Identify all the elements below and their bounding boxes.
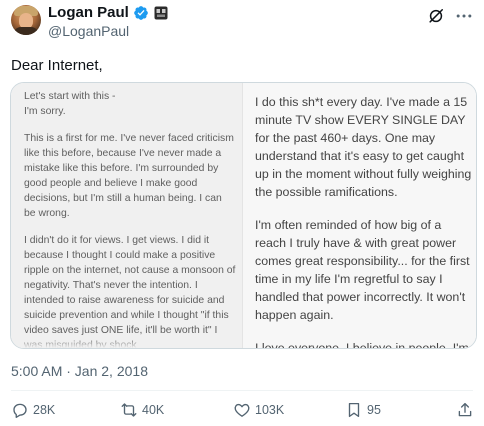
- image-right-column: I do this sh*t every day. I've made a 15…: [243, 83, 476, 348]
- repost-count: 40K: [142, 403, 165, 417]
- tweet-image[interactable]: Let's start with this - I'm sorry. This …: [10, 82, 477, 349]
- tweet-timestamp[interactable]: 5:00 AM · Jan 2, 2018: [11, 362, 148, 380]
- repost-icon: [121, 403, 137, 417]
- image-paragraph: I didn't do it for views. I get views. I…: [24, 235, 236, 348]
- image-paragraph: I'm often reminded of how big of a reach…: [255, 218, 470, 322]
- reply-count: 28K: [33, 403, 56, 417]
- image-left-column: Let's start with this - I'm sorry. This …: [11, 83, 243, 348]
- bookmark-button[interactable]: 95: [345, 398, 381, 422]
- repost-button[interactable]: 40K: [120, 398, 164, 422]
- author-handle[interactable]: @LoganPaul: [48, 22, 129, 40]
- image-paragraph: I do this sh*t every day. I've made a 15…: [255, 95, 472, 199]
- tweet-text: Dear Internet,: [11, 57, 103, 74]
- divider: [11, 390, 473, 391]
- reply-button[interactable]: 28K: [11, 398, 55, 422]
- verified-badge-icon: [134, 6, 148, 20]
- author-name-row: Logan Paul: [48, 4, 168, 22]
- share-button[interactable]: [456, 398, 474, 422]
- bookmark-count: 95: [367, 403, 381, 417]
- bookmark-icon: [348, 402, 360, 418]
- affiliate-badge-icon[interactable]: [154, 6, 168, 20]
- author-display-name[interactable]: Logan Paul: [48, 4, 129, 22]
- grok-icon[interactable]: [426, 6, 446, 26]
- action-bar: 28K 40K 103K 95: [0, 398, 484, 422]
- like-button[interactable]: 103K: [233, 398, 284, 422]
- avatar[interactable]: [11, 5, 41, 35]
- share-icon: [458, 402, 472, 417]
- image-paragraph: Let's start with this - I'm sorry.: [24, 91, 116, 117]
- image-paragraph: This is a first for me. I've never faced…: [24, 133, 234, 219]
- tweet-header: Logan Paul @LoganPaul: [0, 0, 484, 46]
- image-paragraph: I love everyone. I believe in people. I'…: [255, 341, 469, 348]
- more-icon[interactable]: [454, 6, 474, 26]
- like-count: 103K: [255, 403, 285, 417]
- like-icon: [234, 403, 250, 417]
- reply-icon: [13, 403, 27, 418]
